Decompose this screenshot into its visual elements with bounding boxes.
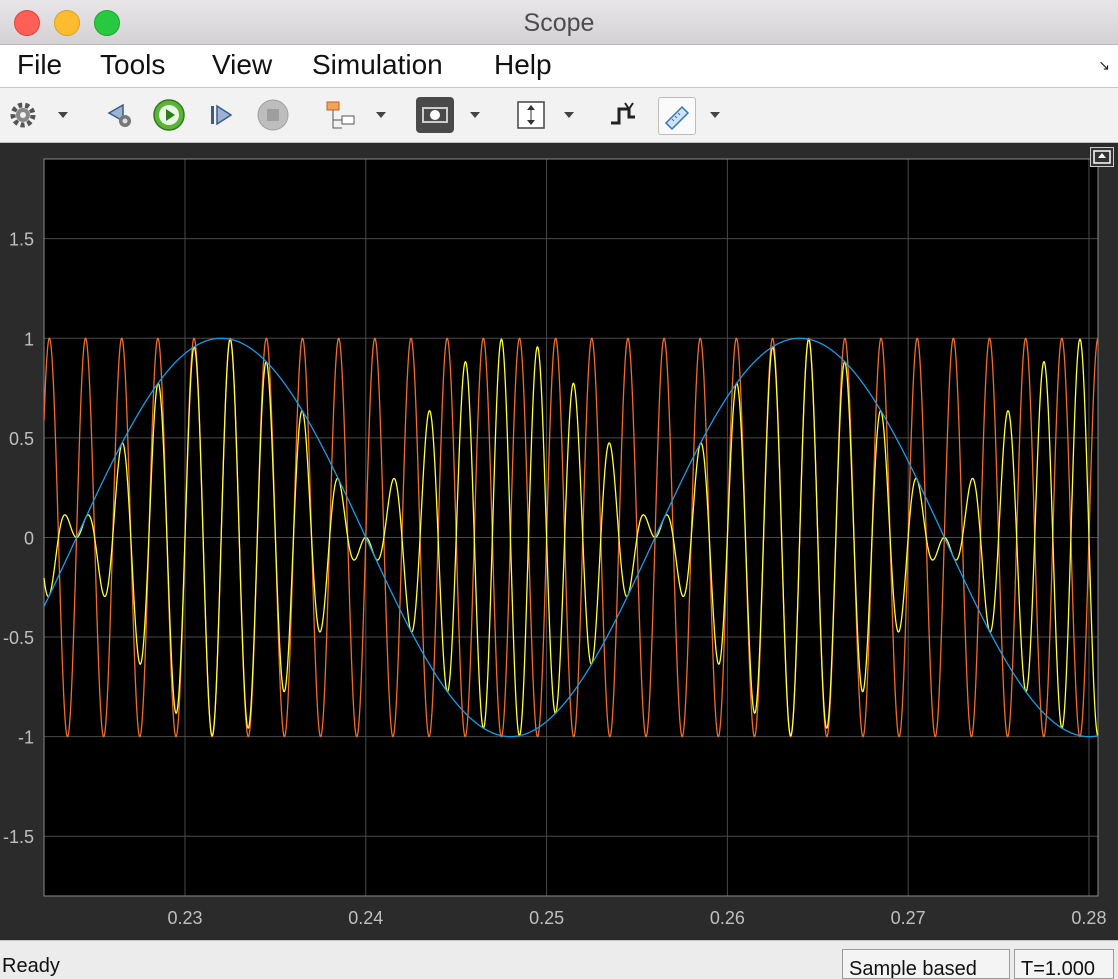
x-tick-label: 0.25 bbox=[529, 908, 564, 928]
x-tick-label: 0.27 bbox=[891, 908, 926, 928]
chevron-down-icon[interactable] bbox=[470, 112, 480, 118]
x-tick-label: 0.23 bbox=[167, 908, 202, 928]
x-tick-label: 0.24 bbox=[348, 908, 383, 928]
y-tick-label: -1 bbox=[18, 728, 34, 748]
y-tick-label: -1.5 bbox=[3, 827, 34, 847]
chevron-down-icon[interactable] bbox=[376, 112, 386, 118]
run-icon[interactable] bbox=[152, 98, 186, 132]
sim-time-field: T=1.000 bbox=[1014, 949, 1114, 979]
title-bar: Scope bbox=[0, 0, 1118, 45]
status-bar: Ready Sample based T=1.000 bbox=[0, 940, 1118, 979]
y-tick-label: -0.5 bbox=[3, 628, 34, 648]
chevron-down-icon[interactable] bbox=[710, 112, 720, 118]
menu-file[interactable]: File bbox=[17, 49, 62, 81]
autoscale-icon[interactable] bbox=[514, 98, 548, 132]
scope-display[interactable]: -1.5 -1 -0.5 0 0.5 1 1.5 0.23 0.24 0.25 0.26 0.27 0.… bbox=[0, 143, 1118, 940]
window-title: Scope bbox=[523, 9, 595, 37]
scope-plot[interactable]: -1.5 -1 -0.5 0 0.5 1 1.5 0.23 0.24 0.25 0.26 0.27 0.… bbox=[0, 143, 1118, 940]
measurements-icon[interactable] bbox=[658, 97, 696, 135]
x-tick-label: 0.26 bbox=[710, 908, 745, 928]
stop-icon[interactable] bbox=[256, 98, 290, 132]
y-tick-label: 1 bbox=[24, 329, 34, 349]
gear-icon[interactable] bbox=[6, 98, 40, 132]
chevron-down-icon[interactable] bbox=[564, 112, 574, 118]
signal-selector-icon[interactable] bbox=[324, 98, 358, 132]
menu-tools[interactable]: Tools bbox=[100, 49, 165, 81]
menu-help[interactable]: Help bbox=[494, 49, 552, 81]
toolbar bbox=[0, 88, 1118, 143]
x-tick-label: 0.28 bbox=[1071, 908, 1106, 928]
step-back-icon[interactable] bbox=[102, 98, 136, 132]
y-tick-label: 0 bbox=[24, 528, 34, 548]
sample-mode-field: Sample based bbox=[842, 949, 1010, 979]
menu-simulation[interactable]: Simulation bbox=[312, 49, 443, 81]
y-tick-label: 1.5 bbox=[9, 230, 34, 250]
y-tick-label: 0.5 bbox=[9, 429, 34, 449]
step-forward-icon[interactable] bbox=[204, 98, 238, 132]
menu-view[interactable]: View bbox=[212, 49, 272, 81]
status-text: Ready bbox=[2, 955, 60, 977]
highlight-icon[interactable] bbox=[416, 97, 454, 133]
undock-icon[interactable] bbox=[1090, 147, 1114, 167]
menu-bar: File Tools View Simulation Help ↘ bbox=[0, 45, 1118, 88]
dock-arrow-icon[interactable]: ↘ bbox=[1098, 57, 1110, 74]
chevron-down-icon[interactable] bbox=[58, 112, 68, 118]
triggers-icon[interactable] bbox=[606, 98, 640, 132]
